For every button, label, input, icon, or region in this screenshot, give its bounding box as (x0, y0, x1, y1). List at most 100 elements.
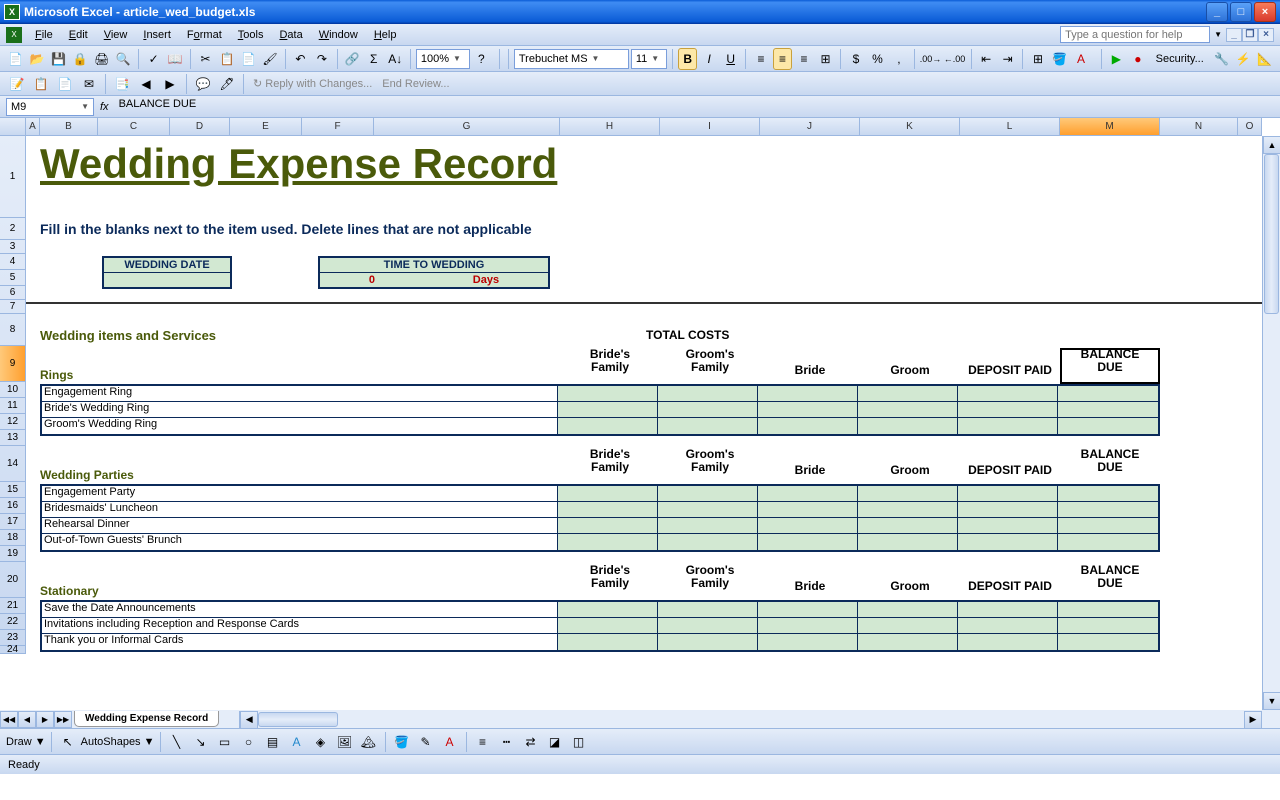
data-cell[interactable] (858, 602, 958, 617)
clipart-button[interactable]: 🖼 (334, 731, 356, 753)
align-right-button[interactable]: ≡ (794, 48, 814, 70)
rectangle-button[interactable]: ▭ (214, 731, 236, 753)
data-cell[interactable] (858, 518, 958, 533)
data-cell[interactable] (958, 502, 1058, 517)
data-cell[interactable] (1058, 634, 1158, 650)
scroll-down-button[interactable]: ▼ (1263, 692, 1280, 710)
font-color-button[interactable]: A (1071, 48, 1091, 70)
tab-next-button[interactable]: ▶ (36, 711, 54, 728)
row-header-15[interactable]: 15 (0, 482, 25, 498)
data-cell[interactable] (858, 634, 958, 650)
help-search-input[interactable] (1060, 26, 1210, 43)
oval-button[interactable]: ○ (238, 731, 260, 753)
data-cell[interactable] (658, 518, 758, 533)
arrow-button[interactable]: ↘ (190, 731, 212, 753)
data-cell[interactable] (958, 418, 1058, 434)
row-header-3[interactable]: 3 (0, 240, 25, 254)
merge-center-button[interactable]: ⊞ (816, 48, 836, 70)
row-header-18[interactable]: 18 (0, 530, 25, 546)
data-cell[interactable] (958, 518, 1058, 533)
fx-icon[interactable]: fx (100, 101, 109, 113)
data-cell[interactable] (558, 386, 658, 401)
zoom-combo[interactable]: 100%▼ (416, 49, 470, 69)
comma-button[interactable]: , (889, 48, 909, 70)
data-cell[interactable] (758, 518, 858, 533)
increase-indent-button[interactable]: ⇥ (998, 48, 1018, 70)
data-cell[interactable] (558, 518, 658, 533)
row-header-20[interactable]: 20 (0, 562, 25, 598)
review-icon-6[interactable]: 💬 (192, 73, 214, 95)
security-button[interactable]: Security... (1150, 51, 1210, 67)
cut-button[interactable]: ✂ (196, 48, 216, 70)
data-cell[interactable] (758, 486, 858, 501)
column-header-K[interactable]: K (860, 118, 960, 135)
align-center-button[interactable]: ≡ (773, 48, 793, 70)
currency-button[interactable]: $ (846, 48, 866, 70)
hscroll-thumb[interactable] (258, 712, 338, 727)
arrow-style-button[interactable]: ⇄ (520, 731, 542, 753)
review-prev-button[interactable]: ◀ (135, 73, 157, 95)
row-header-4[interactable]: 4 (0, 254, 25, 270)
data-cell[interactable] (858, 418, 958, 434)
row-header-21[interactable]: 21 (0, 598, 25, 614)
italic-button[interactable]: I (699, 48, 719, 70)
close-button[interactable]: × (1254, 2, 1276, 22)
data-cell[interactable] (758, 402, 858, 417)
review-icon-1[interactable]: 📝 (6, 73, 28, 95)
decrease-indent-button[interactable]: ⇤ (976, 48, 996, 70)
row-header-14[interactable]: 14 (0, 446, 25, 482)
data-cell[interactable] (558, 602, 658, 617)
data-cell[interactable] (958, 618, 1058, 633)
excel-doc-icon[interactable]: X (6, 27, 22, 43)
data-cell[interactable] (558, 502, 658, 517)
column-header-L[interactable]: L (960, 118, 1060, 135)
tab-last-button[interactable]: ▶▶ (54, 711, 72, 728)
tools-icon-3[interactable]: 📐 (1255, 48, 1275, 70)
column-header-I[interactable]: I (660, 118, 760, 135)
row-header-22[interactable]: 22 (0, 614, 25, 630)
menu-edit[interactable]: Edit (62, 27, 95, 43)
horizontal-scrollbar[interactable]: ◀ ▶ (239, 711, 1262, 728)
paste-button[interactable]: 📄 (239, 48, 259, 70)
autosum-button[interactable]: Σ (364, 48, 384, 70)
line-button[interactable]: ╲ (166, 731, 188, 753)
percent-button[interactable]: % (868, 48, 888, 70)
select-all-corner[interactable] (0, 118, 26, 136)
permission-button[interactable]: 🔒 (71, 48, 91, 70)
row-header-7[interactable]: 7 (0, 300, 25, 314)
data-cell[interactable] (658, 602, 758, 617)
menu-view[interactable]: View (97, 27, 135, 43)
minimize-button[interactable]: _ (1206, 2, 1228, 22)
row-header-5[interactable]: 5 (0, 270, 25, 286)
cells-area[interactable]: Wedding Expense Record Fill in the blank… (26, 136, 1262, 710)
menu-tools[interactable]: Tools (231, 27, 271, 43)
doc-minimize-button[interactable]: _ (1226, 28, 1242, 42)
data-cell[interactable] (758, 534, 858, 550)
data-cell[interactable] (958, 534, 1058, 550)
menu-data[interactable]: Data (272, 27, 309, 43)
data-cell[interactable] (1058, 618, 1158, 633)
tab-first-button[interactable]: ◀◀ (0, 711, 18, 728)
play-button[interactable]: ▶ (1107, 48, 1127, 70)
data-cell[interactable] (1058, 602, 1158, 617)
bold-button[interactable]: B (678, 48, 698, 70)
vertical-scrollbar[interactable]: ▲ ▼ (1262, 136, 1280, 710)
menu-file[interactable]: File (28, 27, 60, 43)
data-cell[interactable] (558, 618, 658, 633)
row-header-12[interactable]: 12 (0, 414, 25, 430)
row-header-8[interactable]: 8 (0, 314, 25, 346)
column-header-B[interactable]: B (40, 118, 98, 135)
column-header-H[interactable]: H (560, 118, 660, 135)
draw-menu[interactable]: Draw ▼ (6, 736, 46, 748)
new-button[interactable]: 📄 (6, 48, 26, 70)
column-header-A[interactable]: A (26, 118, 40, 135)
data-cell[interactable] (1058, 486, 1158, 501)
data-cell[interactable] (758, 618, 858, 633)
scroll-left-button[interactable]: ◀ (240, 711, 258, 729)
line-color-button[interactable]: ✎ (415, 731, 437, 753)
row-header-24[interactable]: 24 (0, 646, 25, 654)
open-button[interactable]: 📂 (28, 48, 48, 70)
sort-asc-button[interactable]: A↓ (386, 48, 406, 70)
align-left-button[interactable]: ≡ (751, 48, 771, 70)
menu-insert[interactable]: Insert (136, 27, 178, 43)
